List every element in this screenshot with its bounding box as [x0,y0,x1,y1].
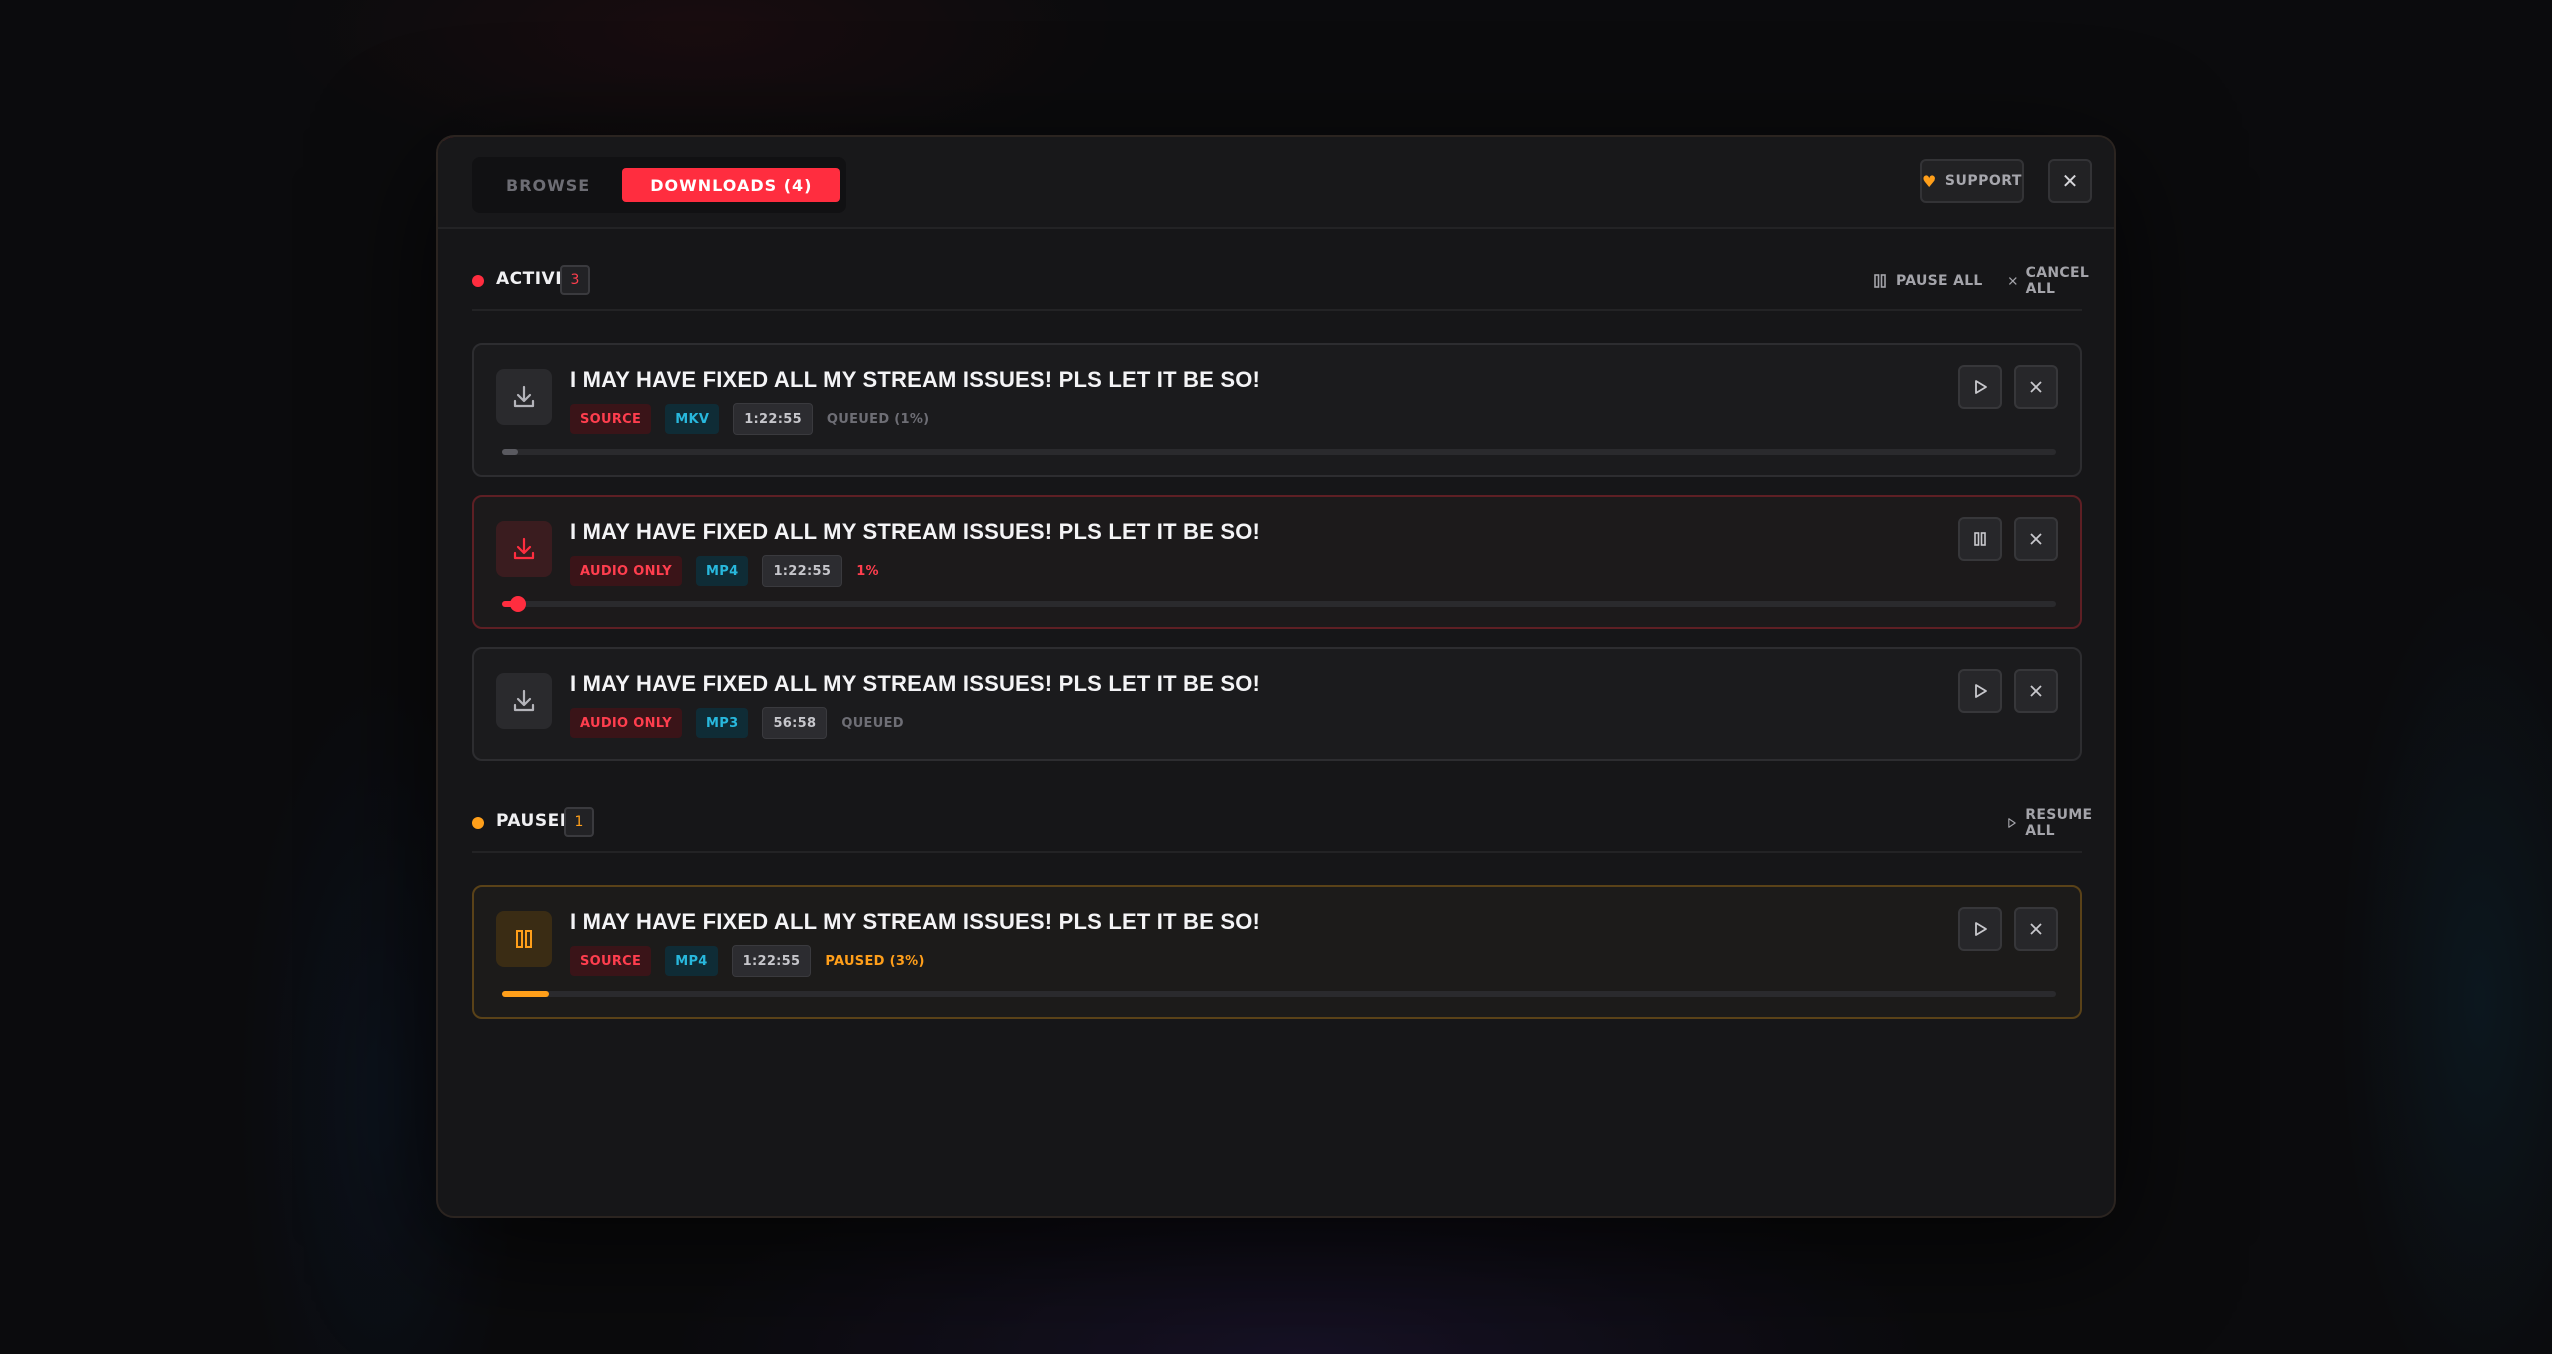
active-section-header: ACTIVE 3 PAUSE ALL CANCEL ALL [472,253,2089,311]
play-icon [1975,922,1987,936]
pause-icon [1974,532,1986,546]
download-item: I MAY HAVE FIXED ALL MY STREAM ISSUES! P… [472,495,2082,629]
support-button[interactable]: ♥ SUPPORT [1920,159,2024,203]
item-status: QUEUED (1%) [826,411,930,427]
cancel-button[interactable] [2014,365,2058,409]
active-count-badge: 3 [560,265,590,295]
close-icon [2030,685,2042,697]
quality-tag: SOURCE [570,404,652,434]
progress-bar [502,991,2056,997]
item-status: PAUSED (3%) [825,953,925,969]
format-tag: MP4 [696,556,749,586]
close-icon [2030,923,2042,935]
close-icon [2030,533,2042,545]
quality-tag: AUDIO ONLY [570,708,683,738]
play-icon [2008,818,2016,828]
download-icon [496,673,552,729]
progress-bar [502,596,2056,612]
quality-tag: SOURCE [570,946,652,976]
item-tags: AUDIO ONLY MP4 1:22:55 1% [570,555,879,587]
item-title: I MAY HAVE FIXED ALL MY STREAM ISSUES! P… [570,367,1261,392]
paused-section-header: PAUSED 1 RESUME ALL [472,795,2092,853]
support-label: SUPPORT [1944,173,2022,189]
item-tags: SOURCE MKV 1:22:55 QUEUED (1%) [570,403,929,435]
close-modal-button[interactable]: ✕ [2048,159,2092,203]
item-tags: SOURCE MP4 1:22:55 PAUSED (3%) [570,945,925,977]
play-icon [1975,684,1987,698]
item-tags: AUDIO ONLY MP3 56:58 QUEUED [570,707,904,739]
cancel-all-label: CANCEL ALL [2025,265,2090,297]
paused-dot-icon [472,817,484,829]
play-icon [1975,380,1987,394]
item-status: 1% [856,563,879,579]
format-tag: MP3 [696,708,749,738]
download-icon [496,369,552,425]
duration-tag: 1:22:55 [762,555,843,587]
modal-header: BROWSE DOWNLOADS (4) ♥ SUPPORT ✕ [438,137,2114,229]
format-tag: MKV [665,404,720,434]
item-title: I MAY HAVE FIXED ALL MY STREAM ISSUES! P… [570,671,1261,696]
duration-tag: 1:22:55 [733,403,813,435]
download-item: I MAY HAVE FIXED ALL MY STREAM ISSUES! P… [472,647,2082,761]
resume-button[interactable] [1958,365,2002,409]
progress-knob [509,596,526,612]
duration-tag: 56:58 [762,707,828,739]
paused-count-badge: 1 [564,807,594,837]
close-icon [2030,381,2042,393]
download-item: I MAY HAVE FIXED ALL MY STREAM ISSUES! P… [472,343,2082,477]
tab-downloads[interactable]: DOWNLOADS (4) [622,168,841,202]
close-icon [2008,277,2017,285]
download-item: I MAY HAVE FIXED ALL MY STREAM ISSUES! P… [472,885,2082,1019]
pause-icon [496,911,552,967]
duration-tag: 1:22:55 [731,945,812,977]
cancel-all-button[interactable]: CANCEL ALL [2008,265,2093,297]
progress-fill [502,449,518,455]
item-status: QUEUED [841,715,904,731]
cancel-button[interactable] [2014,517,2058,561]
active-dot-icon [472,275,484,287]
progress-fill [502,991,549,997]
heart-icon: ♥ [1922,171,1937,191]
format-tag: MP4 [665,946,718,976]
resume-all-label: RESUME ALL [2025,807,2093,839]
tab-bar: BROWSE DOWNLOADS (4) [472,157,847,213]
paused-section-title: PAUSED [496,811,575,831]
item-title: I MAY HAVE FIXED ALL MY STREAM ISSUES! P… [570,909,1261,934]
download-icon [496,521,552,577]
resume-all-button[interactable]: RESUME ALL [2006,807,2097,839]
cancel-button[interactable] [2014,907,2058,951]
item-title: I MAY HAVE FIXED ALL MY STREAM ISSUES! P… [570,519,1261,544]
resume-button[interactable] [1958,669,2002,713]
pause-all-label: PAUSE ALL [1896,273,1983,289]
quality-tag: AUDIO ONLY [570,556,683,586]
pause-button[interactable] [1958,517,2002,561]
progress-bar [502,449,2056,455]
pause-all-button[interactable]: PAUSE ALL [1872,267,1983,295]
pause-icon [1874,274,1886,288]
cancel-button[interactable] [2014,669,2058,713]
tab-browse[interactable]: BROWSE [478,168,618,202]
close-icon: ✕ [2061,170,2079,193]
active-section-title: ACTIVE [496,269,568,289]
resume-button[interactable] [1958,907,2002,951]
downloads-modal: BROWSE DOWNLOADS (4) ♥ SUPPORT ✕ ACTIVE … [436,135,2116,1218]
